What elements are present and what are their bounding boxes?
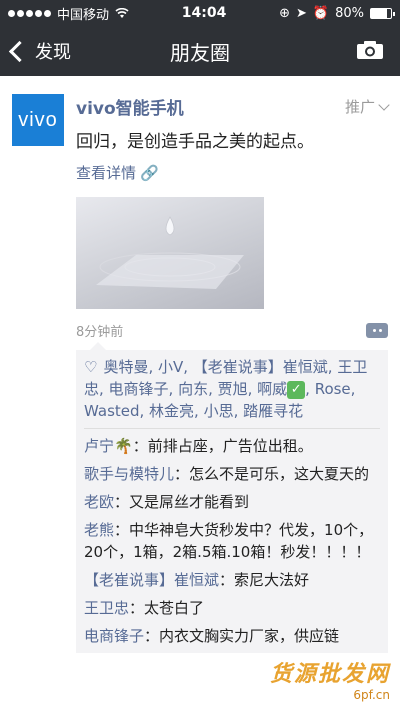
location-arrow-icon: ➤ — [296, 5, 307, 21]
comment-separator: ： — [219, 571, 235, 589]
comment-separator: ： — [132, 437, 148, 455]
comment-author[interactable]: 老欧 — [84, 493, 114, 511]
comment-separator: ： — [129, 599, 145, 617]
comment-text: 索尼大法好 — [234, 571, 310, 589]
post-image[interactable] — [76, 197, 264, 309]
comment-item[interactable]: 卢宁🌴：前排占座，广告位出租。 — [84, 429, 380, 457]
comment-separator: ： — [144, 627, 160, 645]
comment-list: 卢宁🌴：前排占座，广告位出租。 歌手与模特儿：怎么不是可乐，这大夏天的 老欧：又是屌… — [84, 429, 380, 647]
link-icon: 🔗 — [140, 163, 159, 182]
watermark: 货源批发网 6pf.cn — [270, 656, 390, 702]
detail-label: 查看详情 — [76, 164, 137, 182]
moment-post: vivo vivo智能手机 推广 回归，是创造手品之美的起点。 查看详情 🔗 8… — [0, 76, 400, 340]
back-button[interactable]: 发现 — [0, 38, 71, 64]
water-drop-image — [96, 216, 244, 289]
comment-item[interactable]: 老欧：又是屌丝才能看到 — [84, 485, 380, 513]
comment-author[interactable]: 【老崔说事】崔恒斌 — [84, 571, 219, 589]
comment-text: 怎么不是可乐，这大夏天的 — [189, 465, 370, 483]
comment-item[interactable]: 【老崔说事】崔恒斌：索尼大法好 — [84, 563, 380, 591]
avatar[interactable]: vivo — [12, 94, 64, 146]
checkmark-emoji-icon: ✓ — [287, 380, 306, 399]
likes-list[interactable]: ♡ 奥特曼, 小V, 【老崔说事】崔恒斌, 王卫忠, 电商锋子, 向东, 贾旭, … — [84, 356, 380, 429]
comment-text: 太苍白了 — [144, 599, 205, 617]
carrier-label: 中国移动 — [57, 7, 110, 23]
comment-separator: ： — [114, 493, 130, 511]
heart-icon: ♡ — [84, 358, 98, 376]
nav-bar: 发现 朋友圈 — [0, 26, 400, 76]
interaction-panel: ♡ 奥特曼, 小V, 【老崔说事】崔恒斌, 王卫忠, 电商锋子, 向东, 贾旭, … — [76, 342, 388, 653]
clock: 14:04 — [181, 5, 227, 21]
comment-separator: ： — [174, 465, 190, 483]
watermark-url: 6pf.cn — [353, 688, 390, 702]
ad-label: 推广 — [344, 98, 375, 116]
wifi-icon — [115, 7, 129, 18]
comment-author[interactable]: 老熊 — [84, 521, 114, 539]
rotation-lock-icon: ⊕ — [279, 5, 290, 21]
ad-badge[interactable]: 推广 — [344, 96, 390, 117]
watermark-title: 货源批发网 — [269, 662, 390, 687]
comment-menu-button[interactable] — [366, 323, 388, 338]
comment-text: 内衣文胸实力厂家，供应链 — [159, 627, 340, 645]
alarm-icon: ⏰ — [312, 5, 330, 21]
battery-percent: 80% — [335, 5, 364, 21]
comment-item[interactable]: 歌手与模特儿：怎么不是可乐，这大夏天的 — [84, 457, 380, 485]
comment-author[interactable]: 电商锋子 — [84, 627, 144, 645]
post-time: 8分钟前 — [76, 325, 124, 340]
view-details-link[interactable]: 查看详情 🔗 — [76, 162, 388, 183]
comment-item[interactable]: 电商锋子：内衣文胸实力厂家，供应链 — [84, 619, 380, 647]
comment-author[interactable]: 卢宁🌴 — [84, 437, 133, 455]
comment-author[interactable]: 王卫忠 — [84, 599, 129, 617]
camera-icon[interactable] — [356, 40, 384, 60]
battery-icon — [370, 7, 395, 19]
chevron-down-icon — [378, 98, 390, 111]
comment-text: 前排占座，广告位出租。 — [147, 437, 313, 455]
signal-dots-icon — [8, 9, 51, 17]
back-label: 发现 — [35, 42, 71, 63]
author-name[interactable]: vivo智能手机 — [76, 94, 184, 119]
comment-text: 又是屌丝才能看到 — [129, 493, 250, 511]
comment-separator: ： — [114, 521, 130, 539]
post-text: 回归，是创造手品之美的起点。 — [76, 132, 314, 152]
status-bar: 中国移动 14:04 ⊕ ➤ ⏰ 80% — [0, 0, 400, 26]
chevron-left-icon — [8, 40, 31, 62]
comment-author[interactable]: 歌手与模特儿 — [84, 465, 174, 483]
comment-item[interactable]: 老熊：中华神皂大货秒发中？代发，10个，20个，1箱，2箱.5箱.10箱！秒发！… — [84, 513, 380, 563]
comment-item[interactable]: 王卫忠：太苍白了 — [84, 591, 380, 619]
